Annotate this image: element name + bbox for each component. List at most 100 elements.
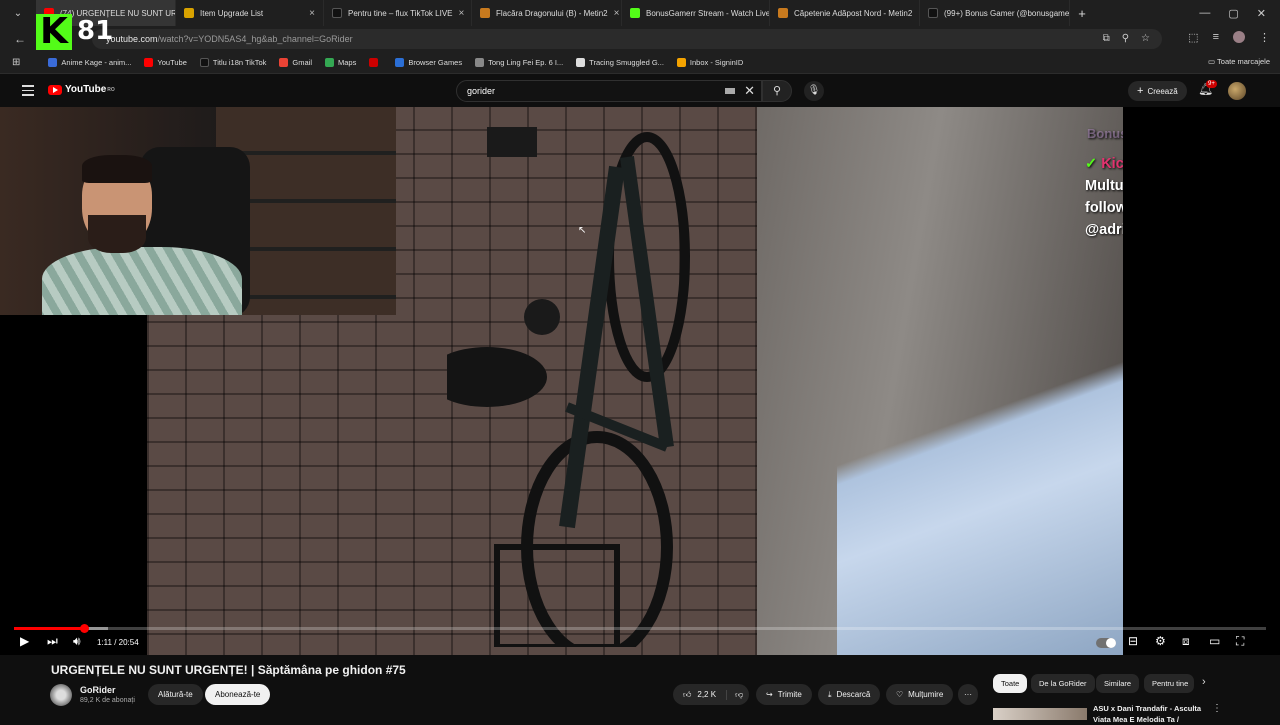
video-player[interactable]: Bonusu: 15k euro ✓ KickBot: Multumesc de… [0,107,1280,655]
download-label: Descarcă [836,690,871,699]
youtube-favicon-icon [144,58,154,67]
search-value: gorider [467,86,496,96]
clear-search-icon[interactable]: ✕ [744,83,755,99]
zoom-icon[interactable]: ⚲ [1122,33,1129,44]
more-actions-button[interactable]: ··· [958,684,978,705]
open-in-app-icon[interactable]: ⧉ [1103,33,1110,44]
account-avatar[interactable] [1228,82,1246,100]
settings-gear-icon[interactable]: ⚙ [1155,634,1166,648]
bookmark-item[interactable]: Tong Ling Fei Ep. 6 I... [475,58,563,67]
close-window-icon[interactable]: ✕ [1257,7,1266,20]
new-tab-button[interactable]: + [1070,6,1094,21]
bookmark-item[interactable]: Browser Games [395,58,462,67]
bookmark-label: Tracing Smuggled G... [589,58,664,67]
close-tab-icon[interactable]: × [608,8,620,19]
autoplay-toggle[interactable] [1096,638,1116,648]
menu-icon[interactable] [22,85,34,99]
bookmark-label: Browser Games [408,58,463,67]
tab-list-button[interactable]: ⌄ [0,8,36,19]
extensions-icon[interactable]: ⬚ [1188,31,1198,44]
share-icon: ↪ [766,690,773,699]
minimize-icon[interactable]: — [1199,7,1210,19]
folder-icon: ▭ [1208,57,1218,66]
media-controls-icon[interactable]: ≡ [1213,31,1219,44]
channel-name[interactable]: GoRider [80,685,116,695]
apps-grid-icon[interactable]: ⊞ [12,57,20,68]
bookmark-item[interactable]: Titlu i18n TikTok [199,58,266,67]
bookmark-star-icon[interactable]: ☆ [1141,33,1150,44]
miniplayer-icon[interactable]: ⧈ [1182,634,1190,649]
browser-toolbar-right: ⬚ ≡ ⋮ [1188,31,1270,44]
channel-avatar[interactable] [50,684,72,706]
bookmark-item[interactable]: Gmail [279,58,312,67]
kick-favicon-icon [630,8,640,18]
address-bar[interactable]: youtube.com /watch?v=YODN5AS4_hg&ab_chan… [92,29,1162,49]
chevron-right-icon[interactable]: › [1202,676,1206,688]
chip-related[interactable]: Similare [1096,674,1140,693]
thumbs-up-icon: 👍︎ [683,689,692,699]
browser-tab[interactable]: Căpetenie Adăpost Nord - Metin2 × [770,0,920,26]
browser-tab[interactable]: Pentru tine – flux TikTok LIVE × [324,0,472,26]
browser-tab[interactable]: Item Upgrade List × [176,0,324,26]
voice-search-button[interactable]: 🎙︎ [804,81,824,101]
subscribe-button[interactable]: Abonează-te [205,684,271,705]
share-label: Trimite [777,690,802,699]
share-button[interactable]: ↪ Trimite [756,684,812,705]
recommended-thumbnail[interactable] [993,708,1087,720]
bookmark-item[interactable]: YouTube [144,58,187,67]
recommended-menu-icon[interactable]: ⋮ [1212,703,1222,714]
close-tab-icon[interactable]: × [453,8,465,19]
thanks-button[interactable]: ♡ Mulțumire [886,684,954,705]
bookmark-item[interactable]: Anime Kage - anim... [48,58,131,67]
like-button[interactable]: 👍︎ 2,2 K 👎︎ [673,684,750,705]
recommended-title[interactable]: ASU x Dani Trandafir - Asculta Viata Mea… [1093,703,1213,725]
volume-icon[interactable]: 🔊︎ [73,634,81,649]
time-display: 1:11 / 20:54 [97,638,139,647]
bookmark-item[interactable] [369,58,382,67]
maximize-icon[interactable]: ▢ [1228,7,1238,20]
bookmark-item[interactable]: Maps [325,58,356,67]
progress-bar[interactable] [14,624,1266,633]
like-count: 2,2 K [697,690,717,699]
bookmark-item[interactable]: Tracing Smuggled G... [576,58,664,67]
play-icon[interactable]: ▶ [20,634,29,648]
keyboard-icon[interactable] [725,88,735,94]
next-icon[interactable]: ⏭ [47,634,58,649]
browser-games-favicon-icon [395,58,405,67]
bookmark-label: Tong Ling Fei Ep. 6 I... [488,58,564,67]
close-tab-icon[interactable]: × [303,8,315,19]
youtube-logo[interactable]: YouTube RO [48,84,115,95]
kick-chat-overlay: Bonusu: 15k euro ✓ KickBot: Multumesc de… [1085,126,1123,241]
all-bookmarks-folder[interactable]: ▭ Toate marcajele [1208,57,1270,66]
chip-all[interactable]: Toate [993,674,1028,693]
theater-mode-icon[interactable]: ▭ [1209,634,1220,648]
microphone-icon: 🎙︎ [807,85,821,96]
thumbs-down-icon[interactable]: 👎︎ [726,689,743,700]
download-button[interactable]: ⤓ Descarcă [818,684,881,705]
bookmark-item[interactable]: Inbox - SigninID [676,58,743,67]
join-button[interactable]: Alătură-te [148,684,203,705]
thanks-icon: ♡ [896,690,904,699]
profile-avatar-icon[interactable] [1233,31,1245,43]
youtube-logo-text: YouTube [65,84,107,95]
fullscreen-icon[interactable]: ⛶ [1236,634,1244,649]
create-button[interactable]: + Creează [1128,81,1187,101]
browser-tab[interactable]: Flacăra Dragonului (B) - Metin2 × [472,0,622,26]
chip-from-channel[interactable]: De la GoRider [1031,674,1095,693]
tiktok-favicon-icon [332,8,342,18]
chip-for-you[interactable]: Pentru tine [1144,674,1194,693]
bookmarks-bar: ⊞ Anime Kage - anim... YouTube Titlu i18… [0,52,1280,74]
subtitles-icon[interactable]: ⊟ [1128,634,1138,648]
chat-faded-line: Bonusu: 15k euro [1087,126,1123,141]
subscriber-count: 89,2 K de abonați [80,697,135,704]
browser-menu-icon[interactable]: ⋮ [1259,31,1270,44]
browser-tab[interactable]: (99+) Bonus Gamer (@bonusgamer × [920,0,1070,26]
metin2-favicon-icon [480,8,490,18]
browser-tab[interactable]: BonusGamerr Stream - Watch Live × [622,0,770,26]
back-arrow-icon[interactable]: ← [10,32,30,46]
close-tab-icon[interactable]: × [912,8,919,19]
search-button[interactable]: ⚲ [762,80,792,102]
search-input[interactable]: gorider ✕ [456,80,762,102]
kick-logo: K [36,14,72,50]
tab-title: Pentru tine – flux TikTok LIVE [348,8,453,18]
